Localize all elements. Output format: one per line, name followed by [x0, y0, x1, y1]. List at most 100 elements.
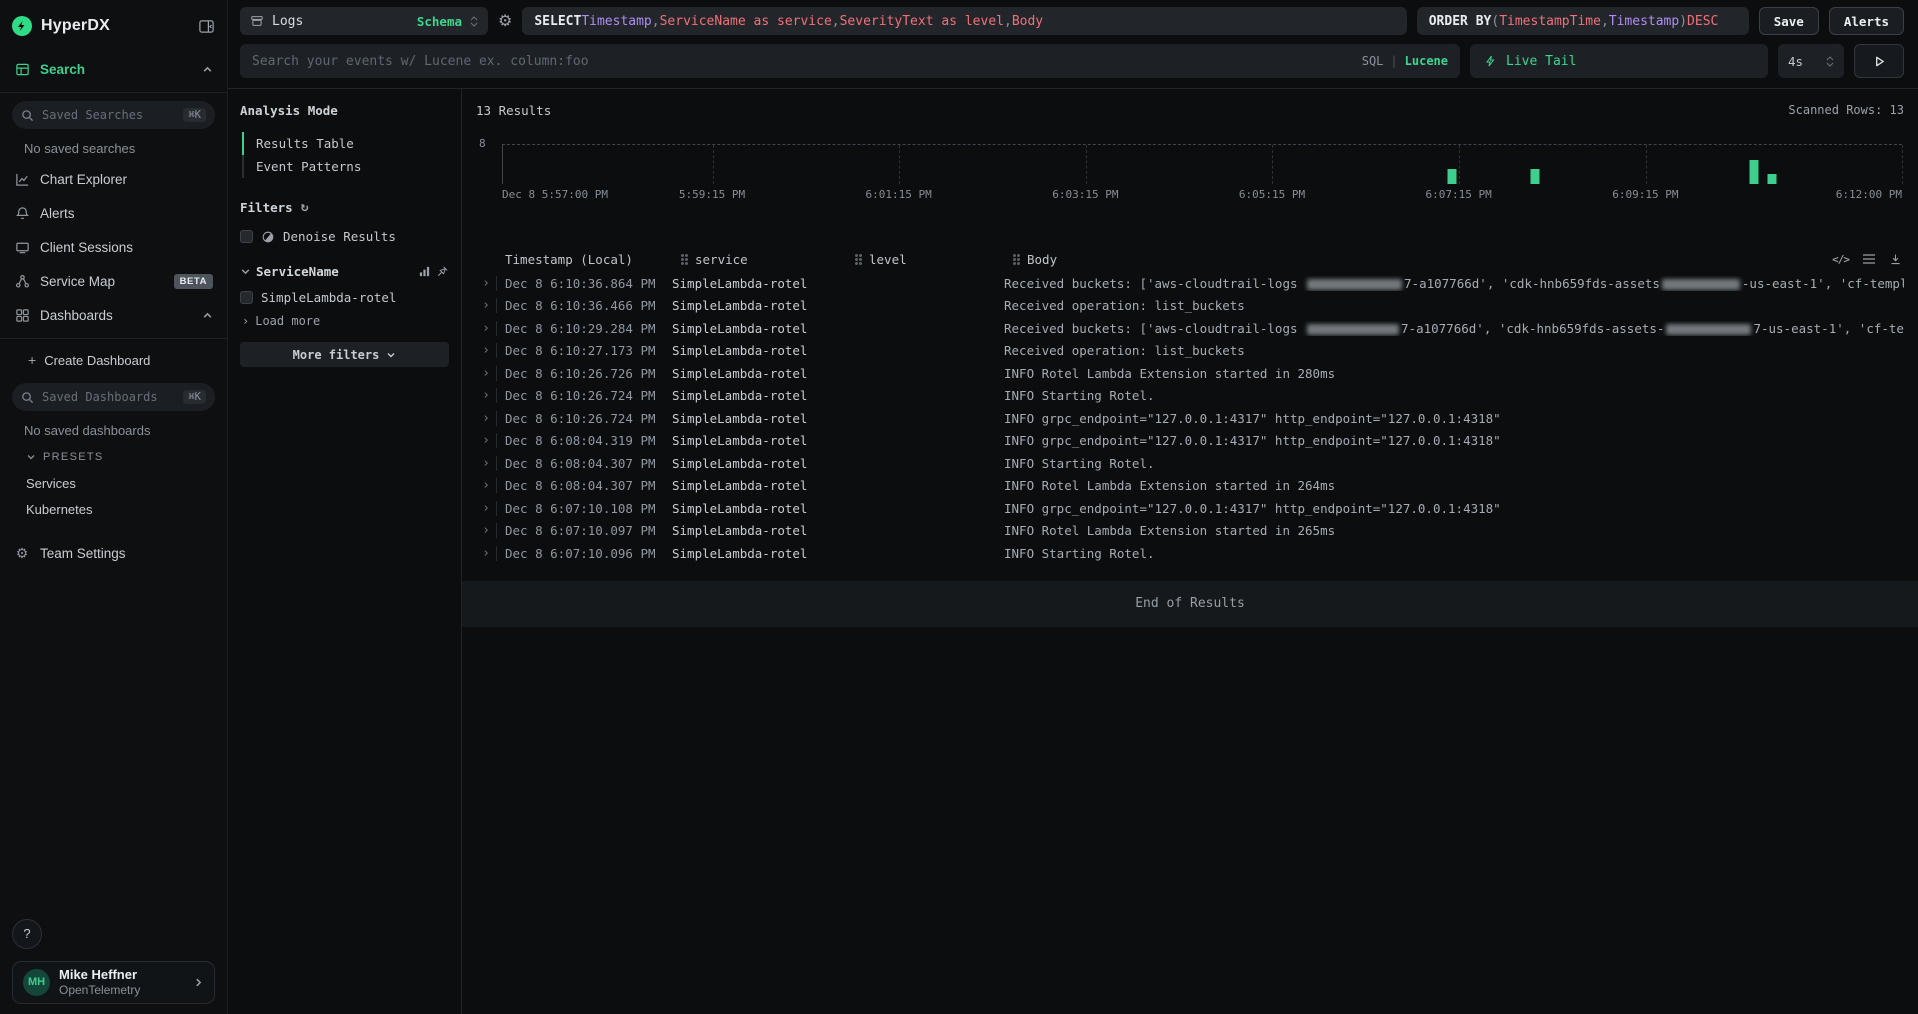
facet-value-checkbox[interactable]: [240, 291, 253, 304]
sidebar-item-dashboards[interactable]: Dashboards: [12, 298, 215, 332]
chart-bar[interactable]: [1749, 160, 1758, 184]
facet-value-simplelambda[interactable]: SimpleLambda-rotel: [240, 290, 449, 305]
cell-service: SimpleLambda-rotel: [672, 456, 846, 471]
row-expand-icon[interactable]: ›: [476, 546, 496, 561]
create-dashboard-button[interactable]: + Create Dashboard: [12, 345, 215, 375]
stepper-carets-icon[interactable]: [1826, 56, 1834, 67]
more-filters-button[interactable]: More filters: [240, 342, 449, 367]
app-window: HyperDX Search Saved Searches ⌘K No sav: [0, 0, 1918, 1014]
cell-timestamp: Dec 8 6:07:10.108 PM: [496, 501, 672, 516]
code-view-icon[interactable]: </>: [1832, 253, 1849, 266]
table-row[interactable]: ›Dec 8 6:07:10.096 PMSimpleLambda-rotelI…: [476, 542, 1904, 565]
sidebar-item-chart-explorer[interactable]: Chart Explorer: [12, 162, 215, 196]
results-table: Timestamp (Local) service level Body </>: [476, 246, 1904, 565]
create-dashboard-label: Create Dashboard: [44, 353, 150, 368]
load-more-button[interactable]: › Load more: [240, 314, 449, 328]
chevron-up-icon[interactable]: [202, 310, 213, 321]
table-row[interactable]: ›Dec 8 6:07:10.097 PMSimpleLambda-rotelI…: [476, 520, 1904, 543]
row-expand-icon[interactable]: ›: [476, 276, 496, 291]
column-header-body[interactable]: Body </>: [1013, 252, 1904, 267]
query-settings-gear-icon[interactable]: ⚙: [498, 11, 512, 31]
row-expand-icon[interactable]: ›: [476, 523, 496, 538]
chart-bar[interactable]: [1767, 174, 1776, 184]
row-density-icon[interactable]: [1862, 253, 1876, 265]
sidebar-item-service-map[interactable]: Service Map BETA: [12, 264, 215, 298]
cell-body: INFO Rotel Lambda Extension started in 2…: [1004, 478, 1904, 493]
collapse-sidebar-icon[interactable]: [198, 18, 215, 35]
table-row[interactable]: ›Dec 8 6:10:26.726 PMSimpleLambda-rotelI…: [476, 362, 1904, 385]
save-button[interactable]: Save: [1759, 7, 1819, 35]
alerts-button[interactable]: Alerts: [1829, 7, 1904, 35]
denoise-results-option[interactable]: Denoise Results: [240, 229, 449, 244]
row-expand-icon[interactable]: ›: [476, 411, 496, 426]
live-tail-button[interactable]: Live Tail: [1470, 44, 1768, 78]
cell-service: SimpleLambda-rotel: [672, 523, 846, 538]
row-expand-icon[interactable]: ›: [476, 478, 496, 493]
analysis-mode-heading: Analysis Mode: [240, 103, 449, 118]
body-text: INFO grpc_endpoint="127.0.0.1:4317" http…: [1004, 433, 1501, 448]
table-row[interactable]: ›Dec 8 6:10:26.724 PMSimpleLambda-rotelI…: [476, 407, 1904, 430]
presets-toggle[interactable]: PRESETS: [12, 444, 215, 470]
row-expand-icon[interactable]: ›: [476, 343, 496, 358]
preset-services[interactable]: Services: [12, 470, 215, 496]
preset-kubernetes[interactable]: Kubernetes: [12, 496, 215, 522]
saved-dashboards-input[interactable]: Saved Dashboards ⌘K: [12, 383, 215, 411]
mode-results-table[interactable]: Results Table: [242, 132, 449, 155]
select-query-editor[interactable]: SELECT Timestamp, ServiceName as service…: [522, 7, 1406, 35]
table-row[interactable]: ›Dec 8 6:08:04.307 PMSimpleLambda-rotelI…: [476, 475, 1904, 498]
facet-chart-icon[interactable]: [418, 265, 431, 278]
refresh-icon[interactable]: ↻: [301, 200, 309, 215]
lucene-toggle[interactable]: Lucene: [1405, 54, 1448, 68]
schema-link[interactable]: Schema: [417, 14, 462, 29]
row-expand-icon[interactable]: ›: [476, 456, 496, 471]
table-row[interactable]: ›Dec 8 6:10:26.724 PMSimpleLambda-rotelI…: [476, 385, 1904, 408]
body-text: INFO Rotel Lambda Extension started in 2…: [1004, 478, 1335, 493]
row-expand-icon[interactable]: ›: [476, 298, 496, 313]
source-selector[interactable]: Logs Schema: [240, 7, 488, 35]
table-row[interactable]: ›Dec 8 6:07:10.108 PMSimpleLambda-rotelI…: [476, 497, 1904, 520]
cell-body: Received operation: list_buckets: [1004, 298, 1904, 313]
table-row[interactable]: ›Dec 8 6:10:27.173 PMSimpleLambda-rotelR…: [476, 340, 1904, 363]
chevron-up-icon[interactable]: [202, 64, 213, 75]
row-expand-icon[interactable]: ›: [476, 388, 496, 403]
chart-bar[interactable]: [1531, 169, 1540, 184]
sidebar-item-search[interactable]: Search: [12, 52, 215, 86]
facet-servicename[interactable]: ServiceName: [240, 264, 449, 279]
saved-searches-input[interactable]: Saved Searches ⌘K: [12, 101, 215, 129]
denoise-checkbox[interactable]: [240, 230, 253, 243]
help-button[interactable]: ?: [12, 919, 42, 949]
play-button[interactable]: [1854, 44, 1904, 78]
user-menu[interactable]: MH Mike Heffner OpenTelemetry: [12, 961, 215, 1004]
row-expand-icon[interactable]: ›: [476, 501, 496, 516]
facet-pin-icon[interactable]: [436, 265, 449, 278]
drag-handle-icon[interactable]: [1013, 254, 1016, 257]
mode-event-patterns[interactable]: Event Patterns: [242, 155, 449, 178]
table-row[interactable]: ›Dec 8 6:10:36.864 PMSimpleLambda-rotelR…: [476, 272, 1904, 295]
refresh-interval-stepper[interactable]: 4s: [1778, 44, 1844, 78]
query-token: (: [1491, 14, 1499, 29]
chart-bar[interactable]: [1447, 169, 1456, 184]
event-search-input[interactable]: Search your events w/ Lucene ex. column:…: [240, 44, 1460, 78]
order-by-editor[interactable]: ORDER BY (TimestampTime, Timestamp) DESC: [1417, 7, 1749, 35]
table-row[interactable]: ›Dec 8 6:08:04.307 PMSimpleLambda-rotelI…: [476, 452, 1904, 475]
column-header-timestamp[interactable]: Timestamp (Local): [505, 252, 681, 267]
download-icon[interactable]: [1889, 253, 1902, 266]
row-expand-icon[interactable]: ›: [476, 366, 496, 381]
table-row[interactable]: ›Dec 8 6:10:29.284 PMSimpleLambda-rotelR…: [476, 317, 1904, 340]
sql-toggle[interactable]: SQL: [1362, 54, 1384, 68]
drag-handle-icon[interactable]: [681, 254, 684, 257]
results-count: 13 Results: [476, 103, 551, 118]
body-text: Received operation: list_buckets: [1004, 298, 1245, 313]
table-row[interactable]: ›Dec 8 6:10:36.466 PMSimpleLambda-rotelR…: [476, 295, 1904, 318]
sidebar-item-client-sessions[interactable]: Client Sessions: [12, 230, 215, 264]
column-header-level[interactable]: level: [855, 252, 1013, 267]
row-expand-icon[interactable]: ›: [476, 433, 496, 448]
drag-handle-icon[interactable]: [855, 254, 858, 257]
x-axis-tick-label: 6:01:15 PM: [865, 188, 931, 201]
sidebar-item-team-settings[interactable]: ⚙ Team Settings: [12, 536, 215, 570]
row-expand-icon[interactable]: ›: [476, 321, 496, 336]
table-row[interactable]: ›Dec 8 6:08:04.319 PMSimpleLambda-rotelI…: [476, 430, 1904, 453]
cell-body: Received operation: list_buckets: [1004, 343, 1904, 358]
sidebar-item-alerts[interactable]: Alerts: [12, 196, 215, 230]
column-header-service[interactable]: service: [681, 252, 855, 267]
